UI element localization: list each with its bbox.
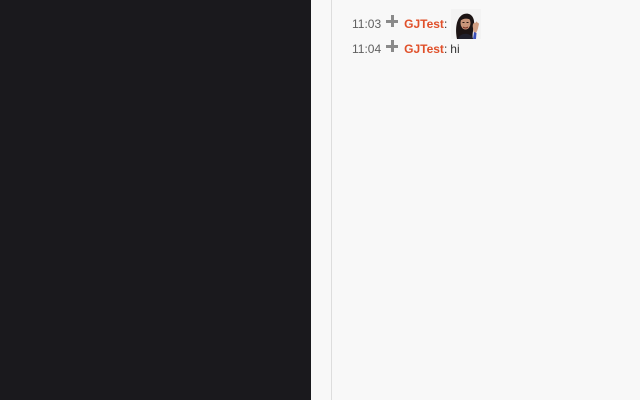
message-text: hi (450, 42, 460, 56)
chat-message: 11:04 GJTest : hi (352, 40, 460, 56)
chat-message: 11:03 GJTest : (352, 9, 482, 39)
dark-content-pane (0, 0, 311, 400)
chat-log[interactable]: 11:03 GJTest : 11:04 GJTest: hi (332, 0, 640, 400)
chat-left-margin (311, 0, 332, 400)
message-timestamp: 11:04 (352, 42, 382, 56)
plus-icon[interactable] (386, 40, 399, 52)
message-colon: : (443, 17, 448, 31)
message-colon: : (443, 42, 448, 56)
message-username[interactable]: GJTest (404, 42, 444, 56)
message-timestamp: 11:03 (352, 17, 382, 31)
woman-waving-sticker (451, 9, 482, 39)
plus-icon[interactable] (386, 15, 399, 27)
message-username[interactable]: GJTest (404, 17, 444, 31)
app-window: 11:03 GJTest : 11:04 GJTest: hi (0, 0, 640, 400)
